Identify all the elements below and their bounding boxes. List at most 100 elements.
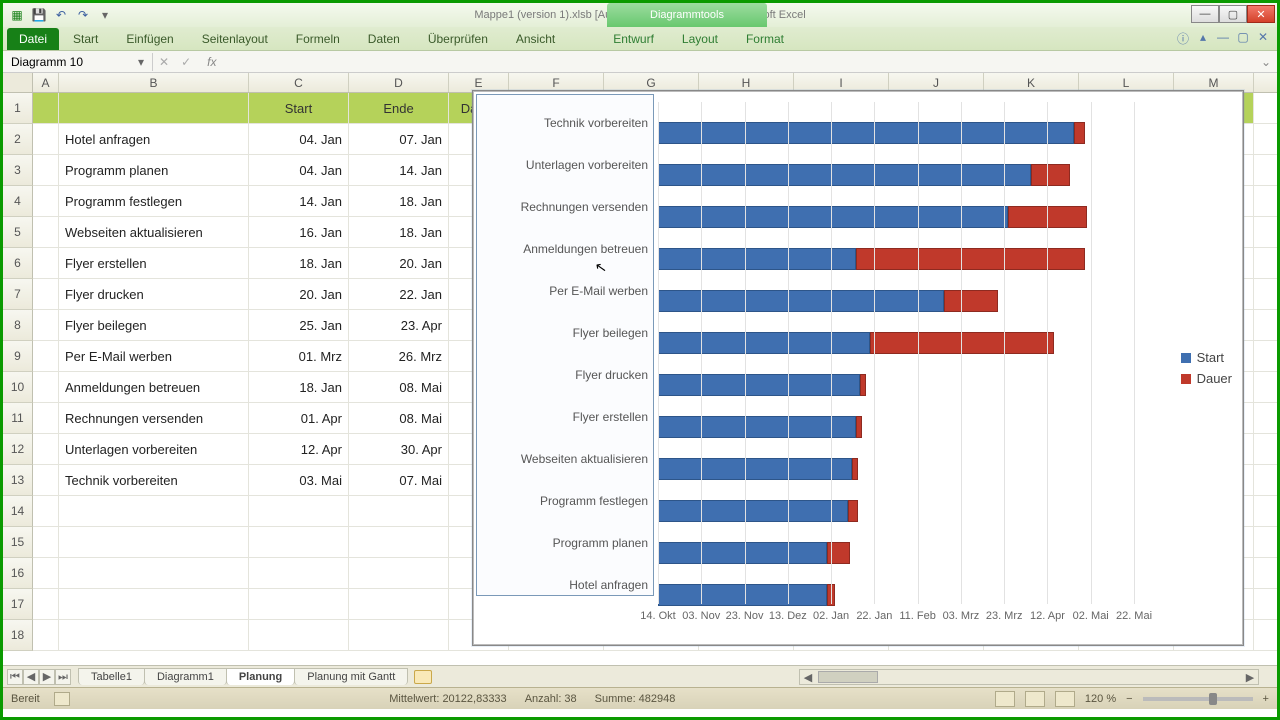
cell[interactable]: Programm festlegen xyxy=(59,186,249,216)
bar-start-segment[interactable] xyxy=(658,332,870,354)
category-label[interactable]: Unterlagen vorbereiten xyxy=(478,158,654,172)
col-header-E[interactable]: E xyxy=(449,73,509,92)
tab-start[interactable]: Start xyxy=(59,28,112,50)
tab-layout[interactable]: Layout xyxy=(668,28,732,50)
bar-dauer-segment[interactable] xyxy=(848,500,858,522)
zoom-out-icon[interactable]: − xyxy=(1126,693,1132,705)
tab-seitenlayout[interactable]: Seitenlayout xyxy=(188,28,282,50)
select-all-corner[interactable] xyxy=(3,73,33,92)
row-header-15[interactable]: 15 xyxy=(3,527,33,558)
cell[interactable] xyxy=(33,620,59,650)
next-sheet-icon[interactable]: ▶ xyxy=(39,669,55,685)
chart-bar-row[interactable] xyxy=(658,374,1132,396)
macro-record-icon[interactable] xyxy=(54,692,70,706)
cell[interactable] xyxy=(33,155,59,185)
tab-daten[interactable]: Daten xyxy=(354,28,414,50)
cell[interactable]: Hotel anfragen xyxy=(59,124,249,154)
zoom-in-icon[interactable]: + xyxy=(1263,693,1269,705)
row-headers[interactable]: 123456789101112131415161718 xyxy=(3,93,33,651)
row-header-11[interactable]: 11 xyxy=(3,403,33,434)
chart-bar-row[interactable] xyxy=(658,500,1132,522)
bar-start-segment[interactable] xyxy=(658,416,856,438)
save-icon[interactable]: 💾 xyxy=(31,7,47,23)
cell[interactable] xyxy=(33,341,59,371)
bar-dauer-segment[interactable] xyxy=(1031,164,1070,186)
tab-einfügen[interactable]: Einfügen xyxy=(112,28,187,50)
category-label[interactable]: Flyer drucken xyxy=(478,368,654,382)
chart-bar-row[interactable] xyxy=(658,458,1132,480)
tab-formeln[interactable]: Formeln xyxy=(282,28,354,50)
row-header-17[interactable]: 17 xyxy=(3,589,33,620)
cell[interactable] xyxy=(33,124,59,154)
col-header-K[interactable]: K xyxy=(984,73,1079,92)
cell[interactable] xyxy=(33,186,59,216)
col-header-G[interactable]: G xyxy=(604,73,699,92)
doc-restore-icon[interactable]: ▢ xyxy=(1235,30,1251,47)
chart-bar-row[interactable] xyxy=(658,122,1132,144)
cell[interactable] xyxy=(59,620,249,650)
sheet-tab-tabelle1[interactable]: Tabelle1 xyxy=(78,668,145,685)
cell[interactable]: 08. Mai xyxy=(349,403,449,433)
cell[interactable]: Rechnungen versenden xyxy=(59,403,249,433)
cell[interactable] xyxy=(33,310,59,340)
cell[interactable]: 07. Mai xyxy=(349,465,449,495)
plot-area[interactable] xyxy=(658,102,1132,604)
sheet-nav[interactable]: ⏮ ◀ ▶ ⏭ xyxy=(3,669,75,685)
sheet-tab-diagramm1[interactable]: Diagramm1 xyxy=(144,668,227,685)
row-header-6[interactable]: 6 xyxy=(3,248,33,279)
category-label[interactable]: Rechnungen versenden xyxy=(478,200,654,214)
chart-bar-row[interactable] xyxy=(658,248,1132,270)
sheet-tab-planung mit gantt[interactable]: Planung mit Gantt xyxy=(294,668,408,685)
row-header-14[interactable]: 14 xyxy=(3,496,33,527)
category-label[interactable]: Flyer beilegen xyxy=(478,326,654,340)
bar-start-segment[interactable] xyxy=(658,458,852,480)
cell[interactable] xyxy=(59,558,249,588)
bar-start-segment[interactable] xyxy=(658,542,827,564)
chart-bar-row[interactable] xyxy=(658,584,1132,606)
view-pagebreak-icon[interactable] xyxy=(1055,691,1075,707)
col-header-H[interactable]: H xyxy=(699,73,794,92)
cell[interactable] xyxy=(349,527,449,557)
cell[interactable] xyxy=(349,558,449,588)
bar-start-segment[interactable] xyxy=(658,584,827,606)
tab-file[interactable]: Datei xyxy=(7,28,59,50)
name-box[interactable]: Diagramm 10 ▾ xyxy=(3,53,153,71)
cell[interactable] xyxy=(33,558,59,588)
cell[interactable]: 18. Jan xyxy=(249,248,349,278)
cell[interactable]: 04. Jan xyxy=(249,124,349,154)
cell[interactable] xyxy=(33,217,59,247)
row-header-2[interactable]: 2 xyxy=(3,124,33,155)
col-header-D[interactable]: D xyxy=(349,73,449,92)
qat-dropdown-icon[interactable]: ▾ xyxy=(97,7,113,23)
cell[interactable] xyxy=(249,620,349,650)
col-header-J[interactable]: J xyxy=(889,73,984,92)
chart-bar-row[interactable] xyxy=(658,290,1132,312)
category-label[interactable]: Per E-Mail werben xyxy=(478,284,654,298)
cell[interactable]: 18. Jan xyxy=(249,372,349,402)
row-header-16[interactable]: 16 xyxy=(3,558,33,589)
row-header-8[interactable]: 8 xyxy=(3,310,33,341)
cell[interactable] xyxy=(249,589,349,619)
bar-dauer-segment[interactable] xyxy=(870,332,1053,354)
col-header-B[interactable]: B xyxy=(59,73,249,92)
cell[interactable] xyxy=(33,279,59,309)
cell[interactable]: 12. Apr xyxy=(249,434,349,464)
col-header-I[interactable]: I xyxy=(794,73,889,92)
redo-icon[interactable]: ↷ xyxy=(75,7,91,23)
bar-start-segment[interactable] xyxy=(658,248,856,270)
row-header-18[interactable]: 18 xyxy=(3,620,33,651)
cell[interactable]: 18. Jan xyxy=(349,186,449,216)
bar-start-segment[interactable] xyxy=(658,164,1031,186)
prev-sheet-icon[interactable]: ◀ xyxy=(23,669,39,685)
close-button[interactable]: ✕ xyxy=(1247,5,1275,23)
name-box-dropdown-icon[interactable]: ▾ xyxy=(138,55,144,69)
bar-start-segment[interactable] xyxy=(658,122,1074,144)
doc-min-icon[interactable]: — xyxy=(1215,30,1231,47)
cell[interactable] xyxy=(33,372,59,402)
tab-format[interactable]: Format xyxy=(732,28,798,50)
row-header-1[interactable]: 1 xyxy=(3,93,33,124)
category-label[interactable]: Flyer erstellen xyxy=(478,410,654,424)
cell[interactable]: Flyer erstellen xyxy=(59,248,249,278)
cell[interactable] xyxy=(33,527,59,557)
chart-bar-row[interactable] xyxy=(658,416,1132,438)
